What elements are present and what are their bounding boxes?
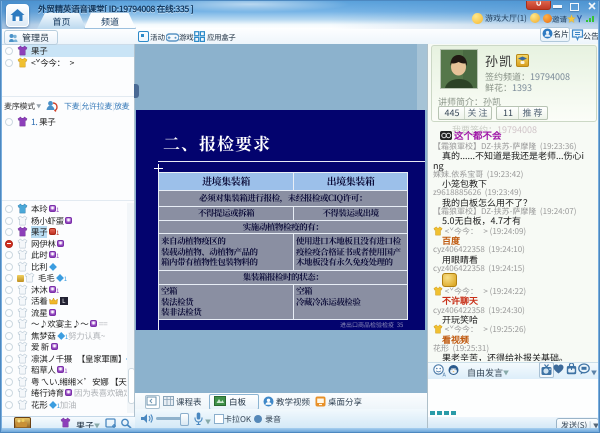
svg-text:A: A bbox=[443, 373, 447, 378]
